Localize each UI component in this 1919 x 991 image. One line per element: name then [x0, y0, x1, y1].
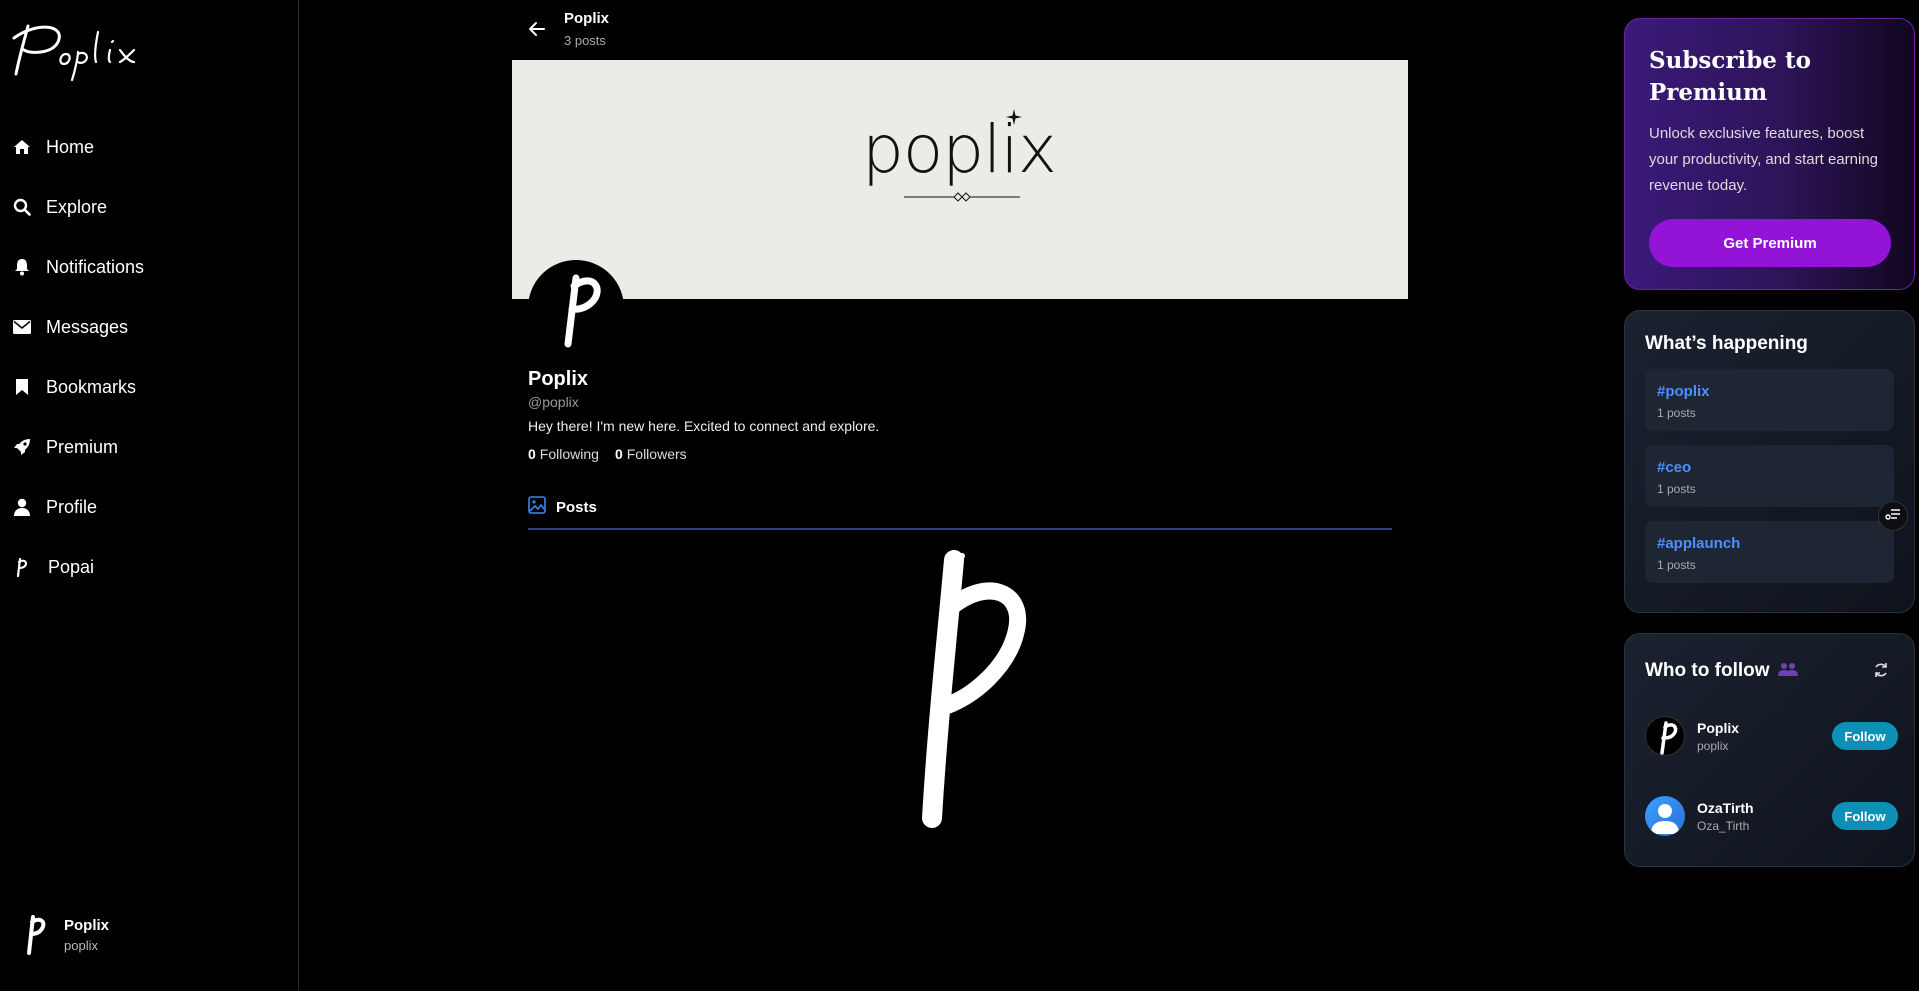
header-title: Poplix: [564, 10, 610, 27]
nav-item-home[interactable]: Home: [12, 132, 272, 162]
suggestion-name[interactable]: Poplix: [1697, 720, 1739, 736]
profile-tabs: Posts: [528, 496, 1392, 530]
nav-item-messages[interactable]: Messages: [12, 312, 272, 342]
nav-item-notifications[interactable]: Notifications: [12, 252, 272, 282]
bell-icon: [12, 257, 32, 277]
floating-settings-button[interactable]: [1878, 501, 1908, 531]
trend-item[interactable]: #ceo 1 posts: [1645, 445, 1894, 507]
nav-item-label: Profile: [46, 496, 98, 517]
following-stat[interactable]: 0 Following: [528, 446, 599, 462]
avatar[interactable]: [1645, 796, 1685, 836]
envelope-icon: [12, 317, 32, 337]
user-icon: [12, 497, 32, 517]
profile-name: Poplix: [528, 368, 589, 390]
refresh-icon[interactable]: [1873, 662, 1891, 680]
account-avatar: [20, 913, 50, 957]
who-to-follow-title: Who to follow: [1645, 660, 1770, 681]
trend-item[interactable]: #applaunch 1 posts: [1645, 521, 1894, 583]
suggestion-handle: Oza_Tirth: [1697, 818, 1750, 833]
followers-stat[interactable]: 0 Followers: [615, 446, 687, 462]
account-handle: poplix: [64, 938, 98, 953]
premium-card: Subscribe to Premium Unlock exclusive fe…: [1624, 18, 1915, 290]
bookmark-icon: [12, 377, 32, 397]
followers-count: 0: [614, 446, 623, 462]
account-switcher[interactable]: Poplix poplix: [20, 913, 109, 957]
following-count: 0: [528, 446, 536, 462]
nav-item-label: Premium: [46, 436, 119, 457]
get-premium-button[interactable]: Get Premium: [1649, 219, 1891, 267]
popai-p-icon: [12, 557, 32, 577]
follow-stats: 0 Following 0 Followers: [528, 446, 687, 462]
banner-logo-text: poplix: [862, 111, 1057, 188]
premium-title: Subscribe to Premium: [1649, 47, 1811, 106]
nav-item-profile[interactable]: Profile: [12, 492, 272, 522]
whats-happening-card: What’s happening #poplix 1 posts #ceo 1 …: [1624, 310, 1915, 613]
trend-count: 1 posts: [1657, 558, 1696, 572]
trend-count: 1 posts: [1657, 406, 1696, 420]
people-icon: [1777, 662, 1798, 681]
follow-button[interactable]: Follow: [1832, 722, 1898, 750]
profile-banner: poplix: [512, 60, 1408, 299]
premium-description: Unlock exclusive features, boost your pr…: [1649, 125, 1879, 194]
followers-label: Followers: [626, 446, 687, 462]
nav-item-premium[interactable]: Premium: [12, 432, 272, 462]
profile-avatar[interactable]: [528, 260, 624, 356]
trend-tag: #poplix: [1657, 383, 1710, 400]
whats-happening-title: What’s happening: [1645, 333, 1808, 354]
nav-item-label: Messages: [46, 316, 129, 337]
nav-item-label: Popai: [48, 556, 95, 577]
profile-handle: @poplix: [528, 394, 579, 410]
nav-item-explore[interactable]: Explore: [12, 192, 272, 222]
image-icon: [528, 496, 546, 518]
banner-ornament: [904, 192, 1020, 202]
account-name: Poplix: [64, 917, 110, 934]
profile-bio: Hey there! I'm new here. Excited to conn…: [528, 418, 880, 434]
sparkle-icon: [1006, 109, 1022, 125]
left-sidebar: Home Explore Notifications Messages Book…: [0, 0, 299, 991]
home-icon: [12, 137, 32, 157]
poplix-logo[interactable]: [6, 14, 206, 84]
back-arrow-icon[interactable]: [527, 19, 549, 41]
trend-tag: #applaunch: [1657, 535, 1741, 552]
sliders-icon: [1885, 507, 1901, 526]
nav-item-bookmarks[interactable]: Bookmarks: [12, 372, 272, 402]
header-post-count: 3 posts: [564, 33, 606, 48]
profile-header-bar: Poplix 3 posts: [512, 8, 1408, 52]
avatar[interactable]: [1645, 716, 1685, 756]
nav-item-popai[interactable]: Popai: [12, 552, 272, 582]
follow-suggestion: Poplix poplix Follow: [1645, 714, 1900, 758]
nav-item-label: Bookmarks: [46, 376, 137, 397]
tab-posts-label: Posts: [556, 498, 597, 516]
search-icon: [12, 197, 32, 217]
following-label: Following: [539, 446, 599, 462]
post-image[interactable]: [892, 548, 1032, 828]
rocket-icon: [12, 437, 32, 457]
follow-suggestion: OzaTirth Oza_Tirth Follow: [1645, 794, 1900, 838]
suggestion-handle: poplix: [1697, 738, 1729, 753]
trend-tag: #ceo: [1657, 459, 1692, 476]
suggestion-name[interactable]: OzaTirth: [1697, 800, 1754, 816]
banner-logo: poplix: [862, 109, 1057, 202]
follow-button[interactable]: Follow: [1832, 802, 1898, 830]
tab-posts[interactable]: Posts: [528, 496, 1392, 518]
trend-count: 1 posts: [1657, 482, 1696, 496]
nav-item-label: Explore: [46, 196, 108, 217]
trend-item[interactable]: #poplix 1 posts: [1645, 369, 1894, 431]
nav-item-label: Home: [46, 136, 95, 157]
nav-item-label: Notifications: [46, 256, 145, 277]
who-to-follow-card: Who to follow Poplix poplix Follow OzaTi…: [1624, 633, 1915, 867]
